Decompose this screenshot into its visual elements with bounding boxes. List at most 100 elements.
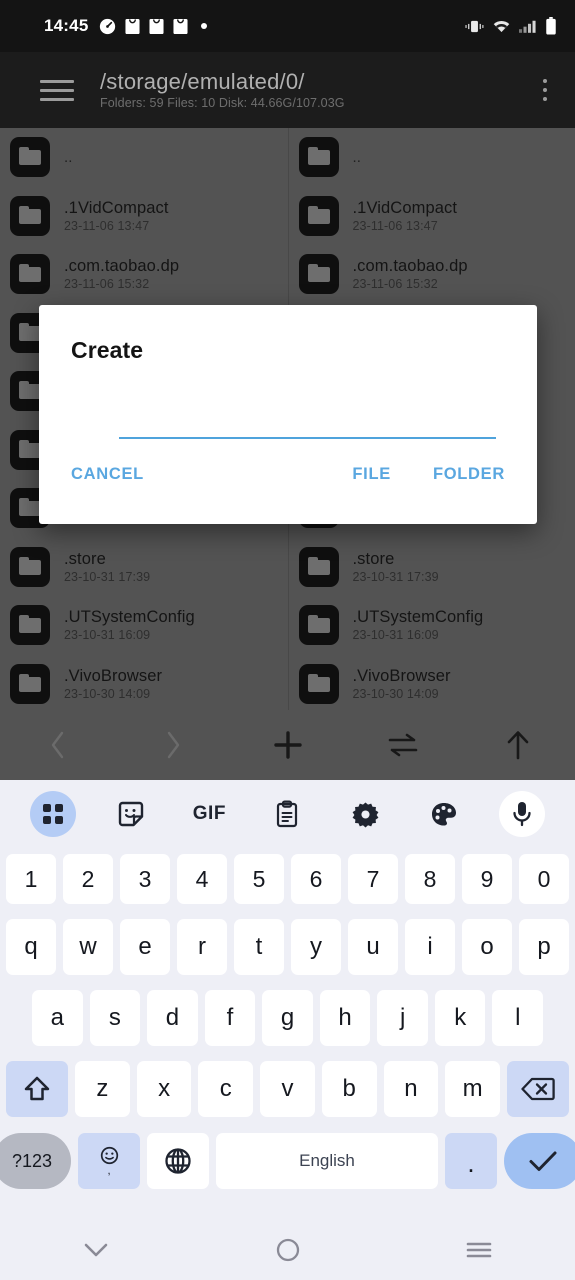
cancel-button[interactable]: CANCEL: [71, 465, 144, 484]
list-item[interactable]: .1VidCompact 23-11-06 13:47: [0, 187, 288, 246]
key-y[interactable]: y: [291, 919, 341, 975]
gear-icon[interactable]: [327, 801, 405, 828]
plus-icon[interactable]: [230, 730, 345, 760]
folder-icon: [298, 546, 339, 587]
speedometer-icon: [99, 18, 116, 35]
hamburger-icon[interactable]: [40, 77, 74, 103]
list-item[interactable]: .UTSystemConfig 23-10-31 16:09: [0, 596, 288, 655]
list-item-texts: .1VidCompact 23-11-06 13:47: [353, 199, 458, 233]
key-k[interactable]: k: [434, 990, 486, 1046]
list-item[interactable]: .VivoBrowser 23-10-30 14:09: [289, 655, 575, 711]
dialog-actions: CANCEL FILE FOLDER: [71, 465, 505, 484]
chevron-right-icon[interactable]: [115, 728, 230, 762]
key-6[interactable]: 6: [291, 854, 341, 904]
list-item-name: .1VidCompact: [352, 198, 458, 217]
kebab-menu-icon[interactable]: [531, 73, 559, 107]
palette-icon[interactable]: [405, 801, 483, 828]
list-item[interactable]: .com.taobao.dp 23-11-06 15:32: [0, 245, 288, 304]
symbols-key[interactable]: ?123: [0, 1133, 71, 1189]
key-h[interactable]: h: [319, 990, 371, 1046]
list-item[interactable]: .store 23-10-31 17:39: [289, 538, 575, 597]
key-0[interactable]: 0: [519, 854, 569, 904]
key-3[interactable]: 3: [120, 854, 170, 904]
key-o[interactable]: o: [462, 919, 512, 975]
apps-grid-icon[interactable]: [14, 791, 92, 837]
folder-icon: [298, 195, 339, 236]
keyboard-row-numbers: 1 2 3 4 5 6 7 8 9 0: [0, 848, 575, 910]
globe-language-icon[interactable]: [147, 1133, 209, 1189]
key-b[interactable]: b: [321, 1061, 377, 1117]
list-item[interactable]: .UTSystemConfig 23-10-31 16:09: [289, 596, 575, 655]
spacebar[interactable]: English: [216, 1133, 438, 1189]
keyboard: GIF 1 2 3 4 5 6 7 8 9 0 q w e r t y u i …: [0, 780, 575, 1220]
list-item[interactable]: .com.taobao.dp 23-11-06 15:32: [289, 245, 575, 304]
backspace-icon[interactable]: [507, 1061, 570, 1117]
key-8[interactable]: 8: [405, 854, 455, 904]
list-item-name: .com.taobao.dp: [64, 257, 180, 276]
key-q[interactable]: q: [6, 919, 56, 975]
key-9[interactable]: 9: [462, 854, 512, 904]
list-item[interactable]: .store 23-10-31 17:39: [0, 538, 288, 597]
gif-icon[interactable]: GIF: [170, 803, 248, 825]
chevron-left-icon[interactable]: [0, 728, 115, 762]
key-z[interactable]: z: [74, 1061, 130, 1117]
name-input[interactable]: [119, 417, 496, 439]
key-j[interactable]: j: [377, 990, 428, 1046]
checkmark-icon[interactable]: [504, 1133, 575, 1189]
list-item[interactable]: .1VidCompact 23-11-06 13:47: [289, 187, 575, 246]
circle-home-icon[interactable]: [192, 1237, 384, 1263]
arrow-up-icon[interactable]: [460, 729, 575, 761]
key-l[interactable]: l: [492, 990, 544, 1046]
file-button[interactable]: FILE: [352, 465, 391, 484]
dot-icon: [201, 23, 208, 29]
microphone-icon[interactable]: [483, 791, 561, 837]
key-i[interactable]: i: [405, 919, 455, 975]
key-t[interactable]: t: [234, 919, 284, 975]
key-4[interactable]: 4: [177, 854, 227, 904]
hamburger-recents-icon[interactable]: [383, 1239, 575, 1261]
list-item-date: 23-10-30 14:09: [64, 686, 151, 701]
key-7[interactable]: 7: [348, 854, 398, 904]
key-5[interactable]: 5: [234, 854, 284, 904]
key-d[interactable]: d: [147, 990, 198, 1046]
clipboard-icon[interactable]: [248, 800, 326, 828]
key-u[interactable]: u: [348, 919, 398, 975]
comma-label: ,: [107, 1164, 111, 1177]
list-item-date: 23-10-31 16:09: [352, 628, 439, 643]
list-item-name: .com.taobao.dp: [352, 257, 468, 276]
key-n[interactable]: n: [383, 1061, 439, 1117]
list-item[interactable]: ..: [289, 128, 575, 187]
key-a[interactable]: a: [31, 990, 83, 1046]
folder-button[interactable]: FOLDER: [433, 465, 505, 484]
status-notification-icons: [99, 18, 208, 35]
key-e[interactable]: e: [120, 919, 170, 975]
folder-icon: [298, 605, 339, 646]
key-2[interactable]: 2: [63, 854, 113, 904]
list-item-texts: .UTSystemConfig 23-10-31 16:09: [353, 608, 484, 642]
dialog-title: Create: [71, 337, 144, 363]
key-1[interactable]: 1: [6, 854, 56, 904]
shift-up-arrow-icon[interactable]: [5, 1061, 68, 1117]
key-g[interactable]: g: [262, 990, 313, 1046]
key-w[interactable]: w: [63, 919, 113, 975]
key-s[interactable]: s: [89, 990, 141, 1046]
page-title: /storage/emulated/0/: [100, 68, 305, 94]
period-key[interactable]: .: [445, 1133, 497, 1189]
list-item-name: .VivoBrowser: [352, 666, 451, 685]
apps-grid-circle: [30, 791, 77, 837]
list-item[interactable]: ..: [0, 128, 288, 187]
emoji-smiley-icon[interactable]: ,: [78, 1133, 140, 1189]
list-item-date: 23-11-06 15:32: [352, 277, 438, 292]
key-f[interactable]: f: [204, 990, 256, 1046]
key-c[interactable]: c: [198, 1061, 254, 1117]
key-m[interactable]: m: [445, 1061, 501, 1117]
sticker-icon[interactable]: [92, 800, 170, 828]
swap-arrows-icon[interactable]: [345, 732, 460, 758]
key-p[interactable]: p: [519, 919, 569, 975]
key-r[interactable]: r: [177, 919, 227, 975]
key-x[interactable]: x: [136, 1061, 192, 1117]
chevron-down-icon[interactable]: [0, 1240, 192, 1260]
shopping-bag-icon: [173, 18, 189, 35]
key-v[interactable]: v: [260, 1061, 315, 1117]
list-item[interactable]: .VivoBrowser 23-10-30 14:09: [0, 655, 288, 711]
